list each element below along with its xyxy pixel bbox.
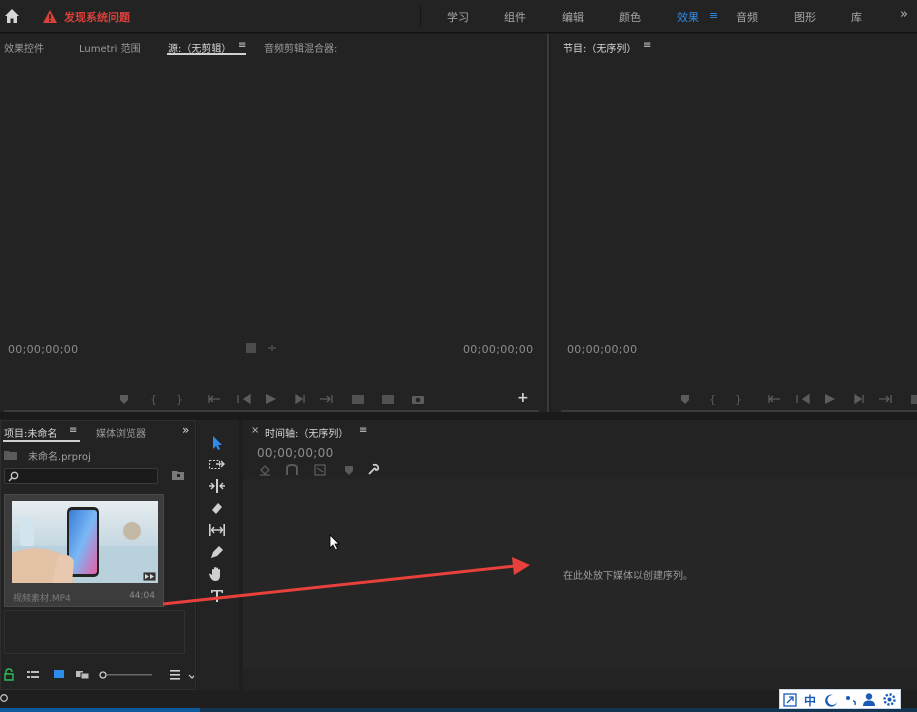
project-file-name: 未命名.prproj (28, 452, 91, 463)
timeline-panel: × 时间轴:（无序列） ≡ 00;00;00;00 (243, 420, 917, 690)
clip-type-badge-icon (143, 572, 156, 581)
program-panel-title[interactable]: 节目:（无序列） (563, 40, 636, 55)
progress-bar (0, 708, 200, 712)
svg-text:}: } (176, 393, 183, 406)
workspace-bar: 发现系统问题 学习 组件 编辑 颜色 效果 ≡ 音频 图形 库 » (0, 0, 917, 33)
svg-text:{: { (150, 393, 157, 406)
ripple-edit-tool-icon[interactable] (208, 478, 226, 494)
project-panel-overflow-icon[interactable]: » (182, 423, 189, 437)
toolbar-separator (420, 6, 421, 26)
pen-tool-icon[interactable] (208, 544, 226, 560)
panel-divider-horizontal (0, 412, 917, 420)
zoom-slider-track (107, 674, 152, 676)
workspace-tab-audio[interactable]: 音频 (736, 9, 758, 25)
mouse-cursor-icon (329, 534, 340, 551)
workspace-tab-color[interactable]: 颜色 (619, 9, 641, 25)
clip-thumbnail[interactable]: 视频素材.MP4 44:04 (4, 494, 164, 607)
timeline-drop-hint: 在此处放下媒体以创建序列。 (563, 571, 693, 582)
moon-icon[interactable] (824, 693, 838, 707)
timeline-title[interactable]: 时间轴:（无序列） (265, 425, 348, 440)
program-monitor-panel: 节目:（无序列） ≡ 00;00;00;00 { } (551, 34, 917, 412)
program-panel-menu-icon[interactable]: ≡ (643, 40, 651, 51)
timeline-toolbar[interactable] (259, 463, 389, 477)
slip-tool-icon[interactable] (208, 522, 226, 538)
source-playhead-timecode[interactable]: 00;00;00;00 (8, 343, 78, 356)
source-zoom-controls[interactable] (246, 342, 286, 354)
workspace-tab-editing[interactable]: 编辑 (562, 9, 584, 25)
workspace-tab-learning[interactable]: 学习 (447, 9, 469, 25)
search-icon (8, 471, 19, 482)
workspace-tab-assembly[interactable]: 组件 (504, 9, 526, 25)
settings-gear-icon[interactable] (882, 692, 897, 707)
svg-text:}: } (735, 393, 742, 406)
sort-icon (170, 670, 180, 680)
home-icon[interactable] (4, 8, 20, 24)
clip-name: 视频素材.MP4 (13, 594, 71, 604)
source-monitor-panel: 效果控件 Lumetri 范围 源:（无剪辑） ≡ 音频剪辑混合器: 00;00… (0, 34, 547, 412)
source-transport-controls[interactable]: { } (116, 392, 436, 406)
selection-tool-icon[interactable] (208, 435, 226, 451)
active-tab-underline (3, 440, 80, 442)
ime-language-indicator[interactable]: 中 (804, 692, 816, 709)
tab-audio-clip-mixer[interactable]: 音频剪辑混合器: (264, 40, 337, 55)
workspace-tab-libraries[interactable]: 库 (851, 9, 862, 25)
track-select-tool-icon[interactable] (208, 457, 226, 473)
system-issue-link[interactable]: 发现系统问题 (64, 9, 130, 25)
punctuation-icon[interactable] (844, 693, 858, 707)
workspace-overflow-icon[interactable]: » (900, 7, 908, 22)
user-icon[interactable] (862, 692, 876, 707)
tab-lumetri-scopes[interactable]: Lumetri 范围 (79, 40, 141, 55)
timeline-playhead-timecode[interactable]: 00;00;00;00 (257, 446, 334, 460)
source-panel-menu-icon[interactable]: ≡ (238, 40, 246, 51)
project-bin-area (4, 610, 185, 654)
workspace-menu-icon[interactable]: ≡ (709, 9, 718, 22)
warning-icon[interactable] (43, 10, 57, 23)
tab-effect-controls[interactable]: 效果控件 (4, 40, 44, 55)
svg-text:{: { (709, 393, 716, 406)
timeline-panel-menu-icon[interactable]: ≡ (359, 425, 367, 436)
workspace-tab-effects[interactable]: 效果 (677, 9, 699, 25)
tab-project[interactable]: 项目:未命名 (4, 425, 57, 440)
freeform-view-icon (76, 671, 90, 680)
workspace-tab-graphics[interactable]: 图形 (794, 9, 816, 25)
ime-expand-icon[interactable] (783, 693, 797, 707)
tab-media-browser[interactable]: 媒体浏览器 (96, 425, 146, 440)
hand-tool-icon[interactable] (208, 566, 226, 582)
wrench-icon (368, 463, 380, 475)
program-playhead-timecode[interactable]: 00;00;00;00 (567, 343, 637, 356)
program-transport-controls[interactable]: { } (677, 392, 917, 406)
icon-view-icon (54, 670, 64, 678)
project-footer-controls[interactable] (4, 668, 194, 682)
type-tool-icon[interactable] (208, 588, 226, 604)
list-view-icon (27, 671, 39, 678)
button-editor-add-icon[interactable]: + (517, 390, 529, 406)
project-search-input[interactable] (4, 468, 158, 484)
source-duration-timecode: 00;00;00;00 (463, 343, 534, 356)
panel-divider-vertical (547, 34, 549, 412)
timeline-close-icon[interactable]: × (251, 425, 259, 436)
status-indicator-icon (0, 694, 8, 702)
clip-preview-image (12, 501, 158, 583)
clip-duration: 44:04 (129, 591, 155, 601)
lock-icon (4, 668, 14, 681)
active-tab-underline (167, 53, 246, 55)
project-file-icon (4, 451, 17, 460)
project-panel-menu-icon[interactable]: ≡ (69, 425, 77, 436)
new-bin-icon[interactable] (172, 469, 185, 481)
ime-toolbar[interactable]: 中 (779, 689, 901, 709)
razor-tool-icon[interactable] (208, 500, 226, 516)
zoom-slider-handle (99, 671, 107, 679)
